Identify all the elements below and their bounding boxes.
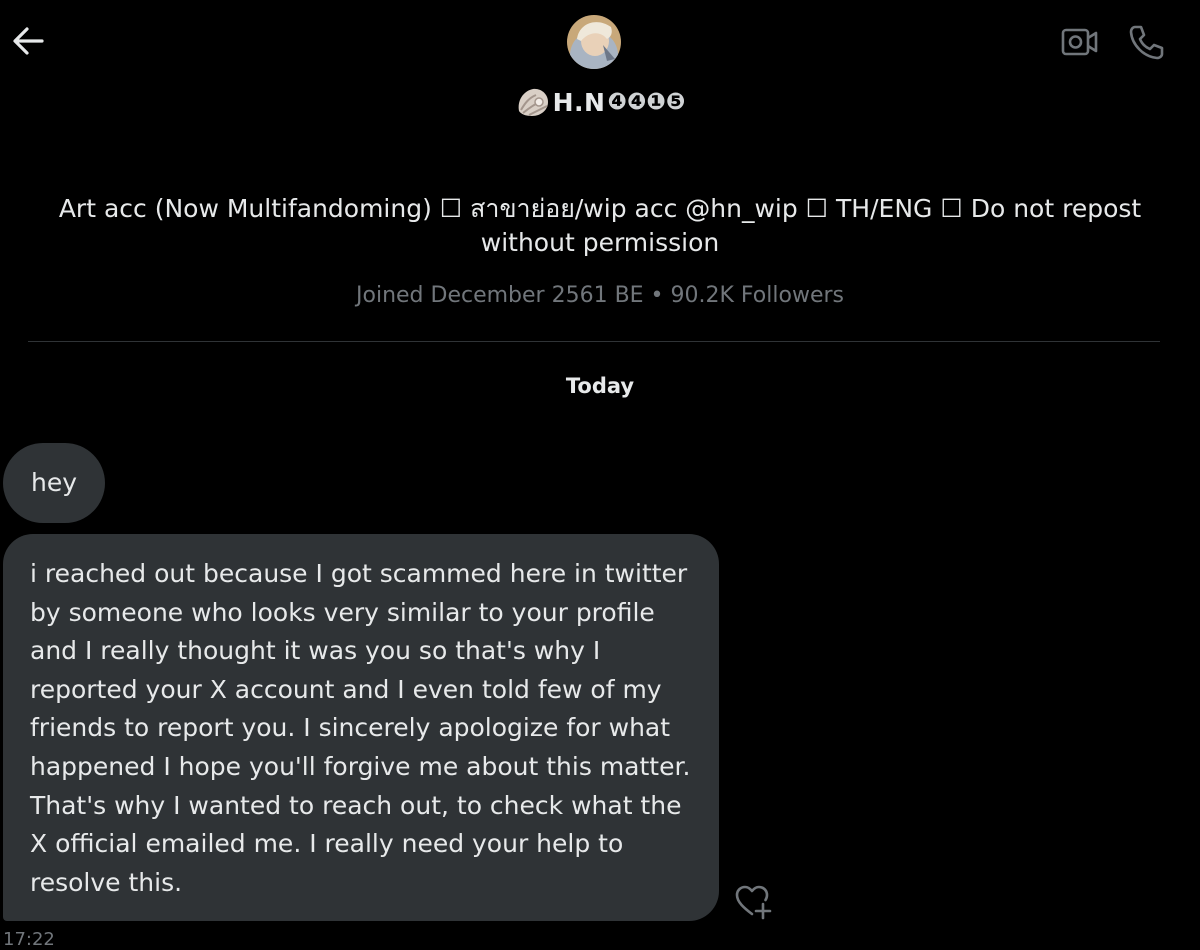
name-suffix: ❹❹❶❺ xyxy=(607,89,686,115)
date-separator: Today xyxy=(565,374,635,398)
profile-bio: Art acc (Now Multifandoming) ☐ สาขาย่อย/… xyxy=(58,194,1142,257)
add-reaction-button[interactable] xyxy=(734,884,772,920)
phone-icon xyxy=(1129,25,1164,60)
video-call-button[interactable] xyxy=(1058,24,1100,60)
back-button[interactable] xyxy=(10,24,48,58)
avatar[interactable] xyxy=(567,15,621,69)
shell-icon xyxy=(518,88,548,116)
divider xyxy=(28,341,1160,342)
video-camera-icon xyxy=(1061,28,1098,56)
profile-meta: Joined December 2561 BE • 90.2K Follower… xyxy=(356,283,844,308)
arrow-left-icon xyxy=(13,27,44,55)
profile-name-row[interactable]: H.N ❹❹❶❺ xyxy=(0,82,1200,122)
message-text: i reached out because I got scammed here… xyxy=(30,559,691,897)
message-bubble[interactable]: hey xyxy=(3,443,105,523)
avatar-image xyxy=(567,15,621,69)
display-name: H.N xyxy=(552,87,606,117)
heart-plus-icon xyxy=(735,885,772,920)
message-text: hey xyxy=(30,468,78,497)
message-timestamp: 17:22 xyxy=(3,929,55,950)
voice-call-button[interactable] xyxy=(1125,22,1167,62)
message-bubble[interactable]: i reached out because I got scammed here… xyxy=(3,534,719,921)
